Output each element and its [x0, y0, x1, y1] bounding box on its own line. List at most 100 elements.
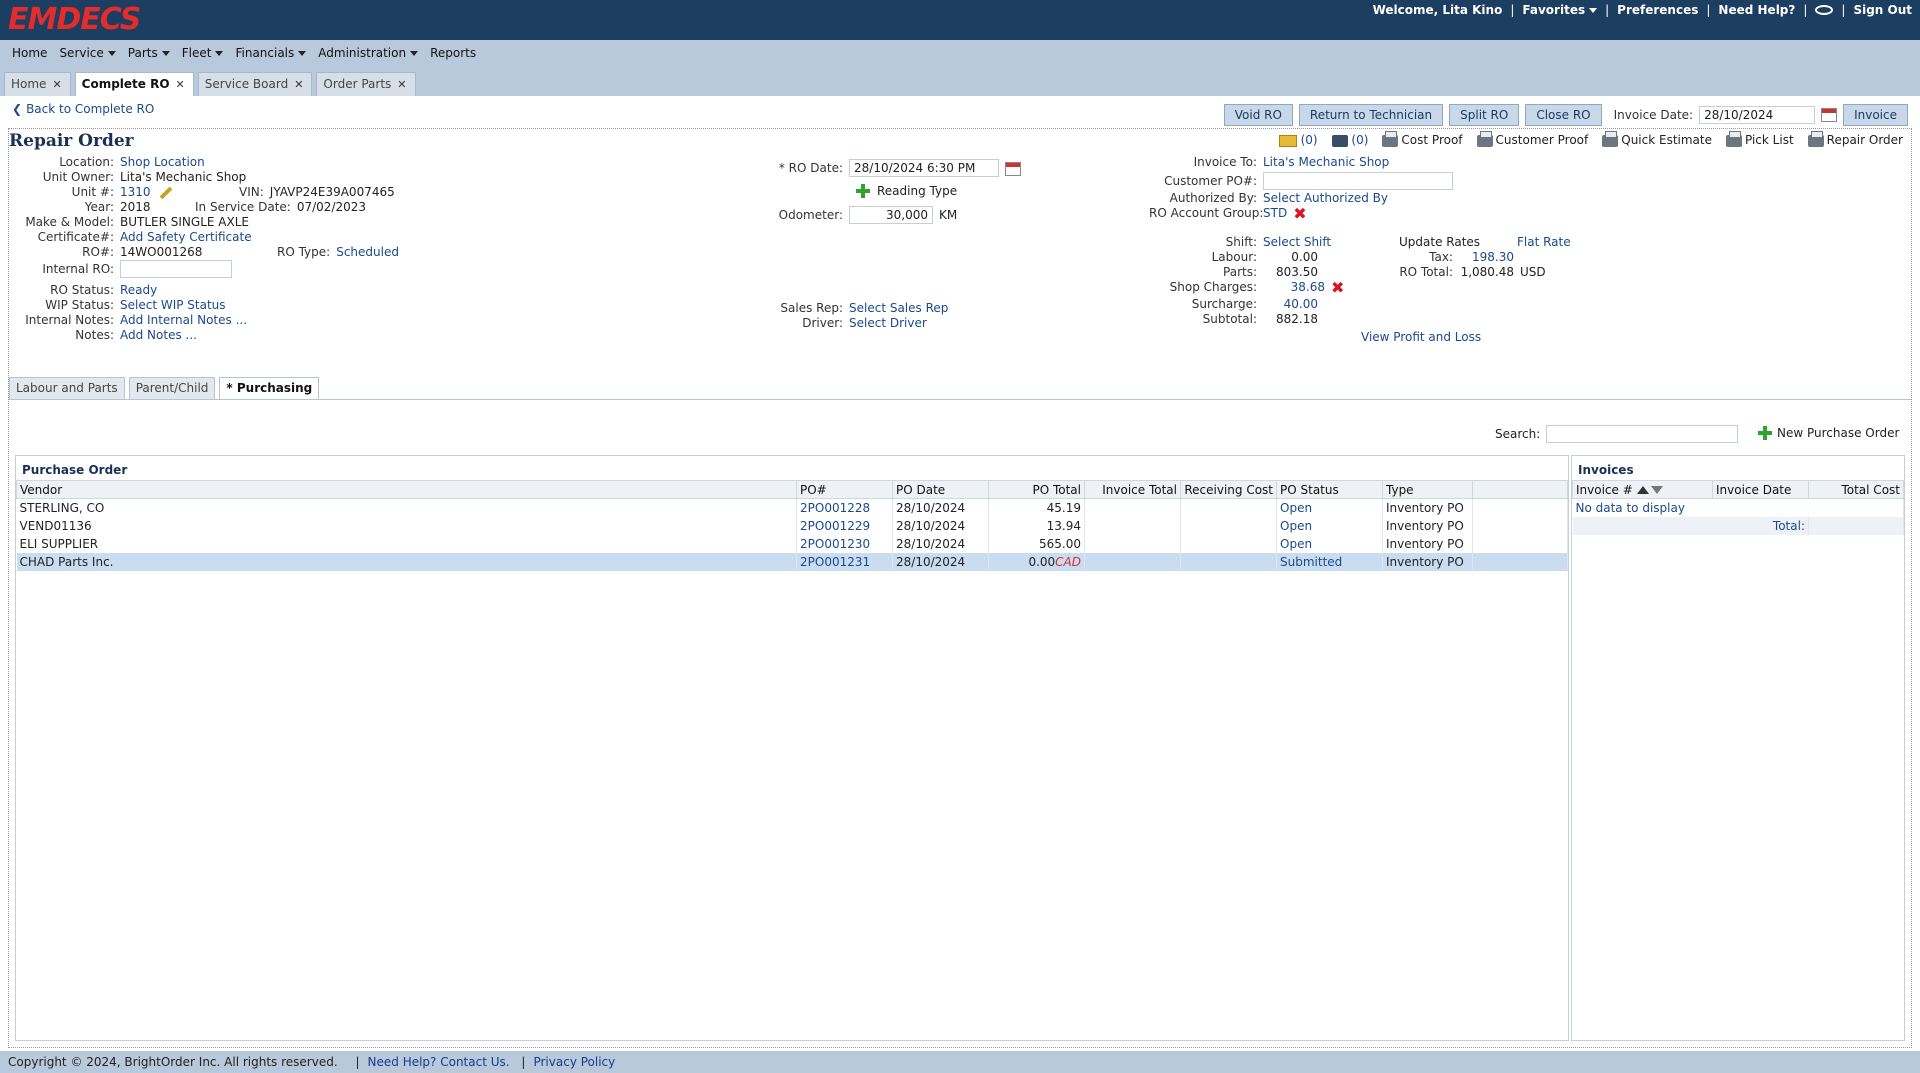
col-invoice-date[interactable]: Invoice Date [1712, 480, 1809, 499]
invoice-button[interactable]: Invoice [1843, 104, 1908, 126]
tax-link[interactable]: 198.30 [1459, 250, 1514, 264]
customer-proof-button[interactable]: Customer Proof [1476, 130, 1588, 147]
profit-loss-link[interactable]: View Profit and Loss [1361, 330, 1481, 344]
col-po-status[interactable]: PO Status [1276, 480, 1383, 499]
unit-link[interactable]: 1310 [120, 185, 151, 199]
update-rates-link[interactable]: Update Rates [1399, 235, 1480, 249]
shift-link[interactable]: Select Shift [1263, 235, 1331, 249]
customer-po-input[interactable] [1263, 172, 1453, 190]
cost-proof-button[interactable]: Cost Proof [1382, 130, 1463, 147]
back-link[interactable]: ❮ Back to Complete RO [12, 102, 154, 116]
calendar-icon[interactable] [1821, 108, 1838, 122]
shop-charges-link[interactable]: 38.68 [1263, 280, 1325, 294]
ro-date-input[interactable] [849, 159, 999, 177]
col-po-total[interactable]: PO Total [988, 480, 1085, 499]
invoice-to-link[interactable]: Lita's Mechanic Shop [1263, 155, 1389, 169]
ro-status-link[interactable]: Ready [120, 283, 157, 297]
pick-list-button[interactable]: Pick List [1726, 130, 1794, 147]
privacy-link[interactable]: Privacy Policy [533, 1055, 615, 1069]
close-icon[interactable]: ✕ [294, 78, 303, 91]
signout-link[interactable]: Sign Out [1853, 3, 1912, 17]
menu-administration[interactable]: Administration [318, 46, 419, 60]
surcharge-field: Surcharge: 40.00 [1191, 297, 1318, 311]
col-total-cost[interactable]: Total Cost [1808, 480, 1904, 499]
col-type[interactable]: Type [1382, 480, 1473, 499]
photo-action[interactable]: (0) [1331, 133, 1368, 147]
col-po-date[interactable]: PO Date [892, 480, 989, 499]
menu-financials[interactable]: Financials [235, 46, 307, 60]
notes-link[interactable]: Add Notes ... [120, 328, 197, 342]
menu-fleet[interactable]: Fleet [182, 46, 224, 60]
tab-service-board[interactable]: Service Board ✕ [197, 72, 313, 96]
authorized-by-link[interactable]: Select Authorized By [1263, 191, 1388, 205]
flat-rate-link[interactable]: Flat Rate [1517, 235, 1571, 249]
odometer-input[interactable] [849, 206, 933, 224]
tab-parent-child[interactable]: Parent/Child [128, 377, 216, 399]
close-ro-button[interactable]: Close RO [1525, 104, 1602, 126]
close-icon[interactable]: ✕ [52, 78, 61, 91]
po-status-link[interactable]: Submitted [1276, 552, 1383, 571]
footer-help-link[interactable]: Need Help? Contact Us. [368, 1055, 510, 1069]
surcharge-link[interactable]: 40.00 [1263, 297, 1318, 311]
tab-labour-parts[interactable]: Labour and Parts [9, 377, 125, 399]
help-link[interactable]: Need Help? [1718, 3, 1795, 17]
search-input[interactable] [1546, 425, 1739, 443]
internal-notes-link[interactable]: Add Internal Notes ... [120, 313, 247, 327]
driver-link[interactable]: Select Driver [849, 316, 927, 330]
add-safety-certificate-link[interactable]: Add Safety Certificate [120, 230, 252, 244]
favorites-menu[interactable]: Favorites [1522, 3, 1598, 17]
col-receiving-cost[interactable]: Receiving Cost [1180, 480, 1277, 499]
account-group-link[interactable]: STD [1263, 206, 1287, 220]
po-status-link[interactable]: Open [1276, 516, 1383, 535]
po-status-link[interactable]: Open [1276, 534, 1383, 553]
close-icon[interactable]: ✕ [176, 78, 185, 91]
calendar-icon[interactable] [1005, 161, 1021, 176]
po-number-link[interactable]: 2PO001230 [796, 534, 893, 553]
void-ro-button[interactable]: Void RO [1223, 104, 1293, 126]
repair-order-print-button[interactable]: Repair Order [1807, 130, 1903, 147]
po-number-link[interactable]: 2PO001228 [796, 498, 893, 517]
quick-estimate-button[interactable]: Quick Estimate [1602, 130, 1712, 147]
tab-home[interactable]: Home ✕ [4, 72, 71, 96]
email-action[interactable]: (0) [1278, 133, 1318, 147]
table-row[interactable]: STERLING, CO 2PO001228 28/10/2024 45.19 … [16, 498, 1568, 517]
chat-icon[interactable] [1815, 5, 1834, 15]
menu-service[interactable]: Service [59, 46, 116, 60]
menu-home[interactable]: Home [12, 46, 47, 60]
reading-type-action[interactable]: Reading Type [855, 183, 957, 199]
remove-icon[interactable]: ✖ [1293, 205, 1306, 221]
wip-status-link[interactable]: Select WIP Status [120, 298, 226, 312]
location-link[interactable]: Shop Location [120, 155, 205, 169]
table-row[interactable]: ELI SUPPLIER 2PO001230 28/10/2024 565.00… [16, 534, 1568, 553]
close-icon[interactable]: ✕ [397, 78, 406, 91]
po-number-link[interactable]: 2PO001231 [796, 552, 893, 571]
table-row[interactable]: VEND01136 2PO001229 28/10/2024 13.94 Ope… [16, 516, 1568, 535]
col-po-number[interactable]: PO# [796, 480, 893, 499]
col-invoice-total[interactable]: Invoice Total [1084, 480, 1181, 499]
col-vendor[interactable]: Vendor [16, 480, 797, 499]
shop-charges-field: Shop Charges: 38.68 ✖ [1169, 277, 1345, 297]
chevron-down-icon [1589, 8, 1598, 13]
remove-icon[interactable]: ✖ [1331, 279, 1344, 295]
tab-complete-ro[interactable]: Complete RO ✕ [74, 72, 194, 96]
sort-asc-icon[interactable] [1636, 486, 1649, 494]
col-invoice-number[interactable]: Invoice # [1572, 480, 1713, 499]
sales-rep-link[interactable]: Select Sales Rep [849, 301, 948, 315]
sort-desc-icon[interactable] [1650, 486, 1663, 494]
tab-purchasing[interactable]: * Purchasing [219, 377, 320, 399]
in-service-field: In Service Date: 07/02/2023 [195, 200, 367, 214]
preferences-link[interactable]: Preferences [1617, 3, 1698, 17]
tab-order-parts[interactable]: Order Parts ✕ [316, 72, 416, 96]
menu-parts[interactable]: Parts [128, 46, 170, 60]
po-status-link[interactable]: Open [1276, 498, 1383, 517]
internal-ro-input[interactable] [120, 260, 232, 278]
return-technician-button[interactable]: Return to Technician [1298, 104, 1444, 126]
pencil-icon[interactable] [159, 186, 172, 199]
invoice-date-input[interactable] [1699, 106, 1816, 124]
ro-type-link[interactable]: Scheduled [336, 245, 399, 259]
menu-reports[interactable]: Reports [430, 46, 476, 60]
po-number-link[interactable]: 2PO001229 [796, 516, 893, 535]
split-ro-button[interactable]: Split RO [1449, 104, 1520, 126]
new-purchase-order-button[interactable]: New Purchase Order [1757, 425, 1899, 441]
table-row[interactable]: CHAD Parts Inc. 2PO001231 28/10/2024 0.0… [16, 552, 1568, 571]
